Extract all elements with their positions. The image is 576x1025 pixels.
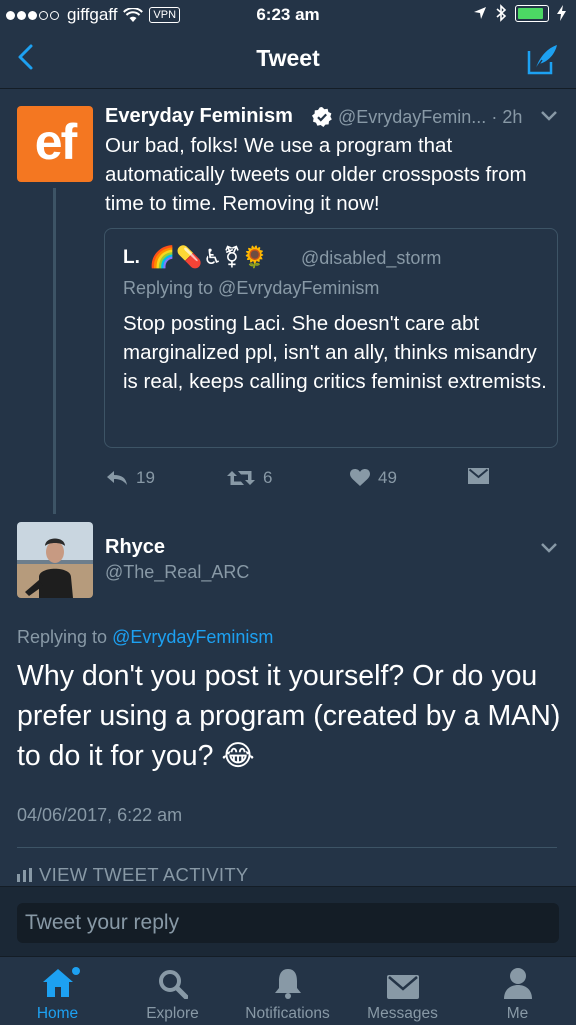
person-icon (503, 968, 532, 999)
author-name[interactable]: Rhyce (105, 536, 165, 559)
charging-bolt-icon (557, 5, 566, 21)
reply-input[interactable] (17, 903, 559, 943)
verified-badge-icon (312, 107, 332, 127)
battery-level (518, 7, 543, 19)
quoted-author-name: L. (123, 247, 140, 268)
quoted-author-emoji: 🌈💊♿⚧🌻 (149, 246, 269, 269)
status-bar: giffgaff VPN 6:23 am (0, 0, 576, 30)
tab-bar: Home Explore Notifications Messages Me (0, 956, 576, 1025)
quoted-tweet-text: Stop posting Laci. She doesn't care abt … (123, 312, 547, 393)
tweet-time: · 2h (491, 107, 523, 127)
author-handle[interactable]: @The_Real_ARC (105, 562, 249, 583)
profile-photo (17, 522, 93, 598)
avatar[interactable] (17, 522, 93, 598)
handle-text: @EvrydayFemin... (338, 107, 487, 127)
tab-explore-label: Explore (146, 1005, 199, 1022)
tab-me-label: Me (506, 1005, 529, 1022)
envelope-icon (468, 468, 489, 484)
avatar[interactable]: ef (17, 106, 93, 182)
thread-line (53, 188, 56, 514)
heart-icon (350, 469, 370, 486)
bluetooth-icon (496, 4, 507, 22)
new-content-dot (72, 967, 80, 975)
bell-icon (274, 969, 301, 999)
reply-icon (107, 471, 127, 485)
status-right (473, 4, 566, 22)
divider (17, 847, 557, 848)
direct-message-button[interactable] (468, 468, 489, 484)
quoted-replying-to: Replying to @EvrydayFeminism (123, 278, 380, 298)
envelope-icon (386, 975, 419, 999)
retweet-button[interactable]: 6 (227, 468, 272, 488)
reply-composer (0, 886, 576, 957)
like-button[interactable]: 49 (350, 468, 397, 488)
search-icon (158, 970, 188, 999)
replying-to: Replying to @EvrydayFeminism (17, 627, 273, 648)
bar-chart-icon (17, 868, 32, 882)
tab-explore[interactable]: Explore (115, 963, 230, 1023)
tweet-text: Why don't you post it yourself? Or do yo… (17, 660, 561, 772)
retweet-icon (227, 471, 255, 485)
quoted-author-handle: @disabled_storm (301, 248, 442, 268)
tab-messages-label: Messages (367, 1005, 438, 1022)
author-name[interactable]: Everyday Feminism (105, 105, 293, 128)
tab-home-label: Home (36, 1005, 79, 1022)
tweet-timestamp: 04/06/2017, 6:22 am (17, 805, 183, 825)
location-arrow-icon (474, 7, 486, 19)
home-icon (42, 969, 73, 997)
tab-me[interactable]: Me (460, 963, 575, 1023)
reply-count: 19 (136, 468, 155, 487)
view-tweet-activity[interactable]: VIEW TWEET ACTIVITY (17, 864, 249, 886)
quoted-tweet[interactable]: L. 🌈💊♿⚧🌻 @disabled_storm Replying to @Ev… (104, 228, 558, 448)
chevron-down-icon[interactable] (540, 542, 558, 554)
author-handle[interactable]: @EvrydayFemin... · 2h (338, 107, 522, 128)
battery-icon (515, 4, 549, 22)
replying-to-link[interactable]: @EvrydayFeminism (112, 627, 273, 647)
tab-notifications-label: Notifications (245, 1005, 330, 1022)
like-count: 49 (378, 468, 397, 487)
retweet-count: 6 (263, 468, 273, 487)
tweet-text: Our bad, folks! We use a program that au… (105, 134, 527, 215)
tab-notifications[interactable]: Notifications (230, 963, 345, 1023)
view-tweet-activity-label: VIEW TWEET ACTIVITY (39, 864, 249, 885)
compose-quill-icon[interactable] (526, 42, 560, 76)
page-title: Tweet (256, 45, 320, 71)
tab-home[interactable]: Home (0, 963, 115, 1023)
reply-button[interactable]: 19 (106, 468, 155, 488)
replying-to-prefix: Replying to (17, 627, 113, 647)
nav-bar: Tweet (0, 30, 576, 89)
tab-messages[interactable]: Messages (345, 963, 460, 1023)
chevron-down-icon[interactable] (540, 110, 558, 122)
